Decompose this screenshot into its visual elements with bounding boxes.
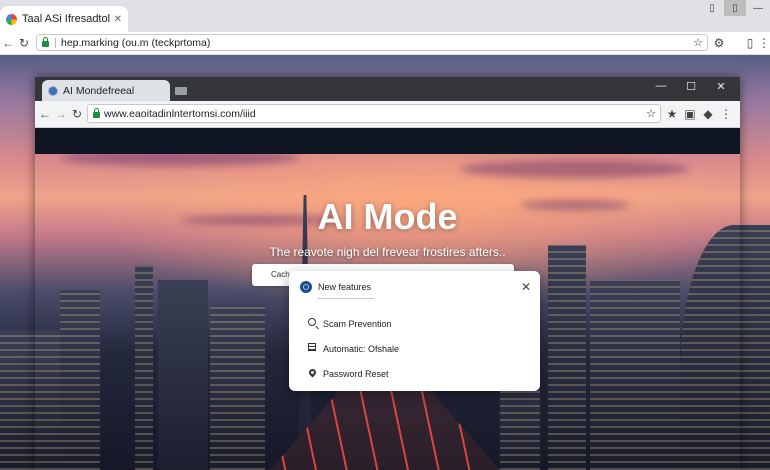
outer-tab[interactable]: Taal ASi Ifresadtolotop ✕ [0,6,128,32]
menu-icon[interactable]: ⋮ [756,36,770,50]
inner-tab-strip: AI Mondefreeal — ☐ ✕ [35,77,740,101]
outer-tab-title: Taal ASi Ifresadtolotop [22,13,110,25]
inner-tab[interactable]: AI Mondefreeal [42,80,170,101]
outer-window-controls: ▯ ▯ — [700,0,770,16]
close-icon[interactable]: ✕ [114,14,122,25]
extension-icon[interactable]: ★ [664,107,680,121]
inner-window-controls: — ☐ ✕ [646,80,736,93]
google-favicon-icon [6,13,17,25]
divider [55,37,56,48]
site-favicon-icon [48,85,58,96]
minimize-button[interactable]: — [746,0,770,16]
new-features-popup: New features ✕ Scam Prevention Automatic… [289,271,540,391]
outer-url: hep.marking (ou.m (teckprtoma) [61,36,211,49]
inner-toolbar: ← → ↻ www.eaoitadinlntertomsi.com/iiid ☆… [35,101,740,128]
page-header-bar [35,128,740,154]
outer-toolbar: ← ↻ hep.marking (ou.m (teckprtoma) ☆ ⚙ ▯… [0,32,770,55]
inner-address-bar[interactable]: www.eaoitadinlntertomsi.com/iiid ☆ [87,104,661,123]
hero-subtitle: The reavote nigh del frevear frostires a… [269,245,506,259]
inner-url: www.eaoitadinlntertomsi.com/iiid [104,107,256,120]
reload-icon[interactable]: ↻ [69,107,85,121]
star-icon[interactable]: ☆ [646,107,656,120]
divider [318,298,374,299]
popup-item-label: Scam Prevention [323,318,392,329]
star-icon[interactable]: ☆ [693,36,703,49]
popup-item-label: Password Reset [323,368,389,379]
close-icon[interactable]: ✕ [521,280,531,294]
lock-icon [93,107,100,118]
close-button[interactable]: ✕ [706,80,736,93]
outer-address-bar[interactable]: hep.marking (ou.m (teckprtoma) ☆ [36,34,708,51]
shield-icon[interactable]: ◆ [700,107,716,121]
calendar-icon [305,343,319,354]
back-arrow-icon[interactable]: ← [37,107,53,121]
forward-arrow-icon[interactable]: → [53,107,69,121]
popup-item-password-reset[interactable]: Password Reset [305,367,389,379]
popup-item-automatic[interactable]: Automatic: Ofshale [305,343,399,354]
menu-icon[interactable]: ⋮ [718,107,734,121]
tab-search-icon[interactable]: ▣ [682,107,698,121]
popup-title: New features [318,282,372,292]
window-icon[interactable]: ▯ [724,0,746,16]
popup-item-scam-prevention[interactable]: Scam Prevention [305,318,392,329]
reload-icon[interactable]: ↻ [16,36,32,50]
maximize-button[interactable]: ☐ [676,80,706,93]
inner-tab-title: AI Mondefreeal [63,84,135,97]
outer-tab-strip: Taal ASi Ifresadtolotop ✕ ▯ ▯ — [0,0,770,32]
back-arrow-icon[interactable]: ← [0,36,16,50]
extension-icon[interactable]: ⚙ [711,36,727,50]
location-pin-icon [305,367,319,379]
new-tab-button[interactable] [175,87,187,95]
search-icon [305,318,319,329]
minimize-button[interactable]: — [646,80,676,93]
popup-header: New features [300,281,371,293]
hero-title: AI Mode [317,196,458,237]
features-logo-icon [300,281,312,293]
lock-icon [42,36,49,47]
window-icon[interactable]: ▯ [700,0,724,16]
popup-item-label: Automatic: Ofshale [323,343,400,354]
